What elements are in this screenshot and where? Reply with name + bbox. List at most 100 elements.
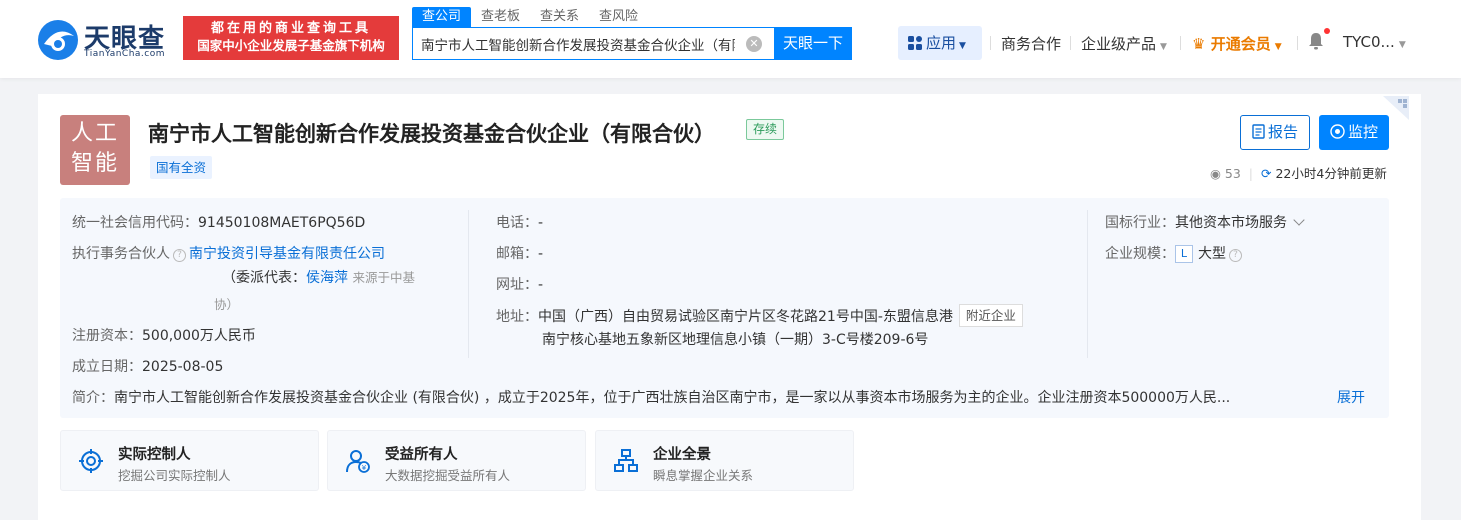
logo-subtext: TianYanCha.com	[84, 49, 166, 59]
bell-icon[interactable]	[1307, 31, 1325, 51]
delegate-prefix: （委派代表：	[222, 270, 306, 286]
date-row: 成立日期：2025-08-05	[72, 356, 223, 376]
website-row: 网址：-	[496, 274, 543, 294]
search-button[interactable]: 天眼一下	[774, 27, 852, 60]
intro-row: 简介：南宁市人工智能创新合作发展投资基金合伙企业 (有限合伙) ，成立于2025…	[72, 387, 1230, 407]
delegate-link[interactable]: 侯海萍	[306, 270, 348, 286]
refresh-icon[interactable]: ⟳	[1261, 166, 1271, 181]
delegate-source: 来源于中基	[352, 270, 415, 285]
company-avatar: 人工 智能	[60, 115, 130, 185]
report-label: 报告	[1267, 123, 1298, 141]
partner-link[interactable]: 南宁投资引导基金有限责任公司	[189, 246, 385, 262]
scale-value: 大型	[1198, 246, 1226, 262]
logo-eye-icon	[38, 20, 78, 60]
scale-row: 企业规模： L 大型?	[1105, 243, 1245, 263]
email-label: 邮箱：	[496, 246, 538, 262]
app-menu-button[interactable]: 应用 ▼	[898, 26, 982, 60]
expand-link[interactable]: 展开	[1337, 387, 1365, 407]
date-label: 成立日期：	[72, 359, 142, 375]
feature-panorama[interactable]: 企业全景 瞬息掌握企业关系	[595, 430, 854, 491]
industry-value: 其他资本市场服务	[1175, 215, 1287, 231]
monitor-label: 监控	[1347, 123, 1378, 141]
nav-divider	[1180, 36, 1181, 50]
top-header: 天眼查 TianYanCha.com 都在用的商业查询工具 国家中小企业发展子基…	[0, 0, 1461, 78]
slogan-line1: 都在用的商业查询工具	[210, 21, 371, 36]
help-icon[interactable]: ?	[173, 249, 186, 262]
credit-code-row: 统一社会信用代码：91450108MAET6PQ56D	[72, 212, 365, 232]
industry-label: 国标行业：	[1105, 215, 1175, 231]
industry-row: 国标行业：其他资本市场服务	[1105, 212, 1305, 232]
email-value: -	[538, 246, 544, 262]
feature-desc: 瞬息掌握企业关系	[653, 468, 754, 483]
target-icon	[79, 449, 103, 473]
nav-divider	[1297, 36, 1298, 50]
address-label: 地址：	[496, 309, 538, 325]
column-divider	[1087, 210, 1088, 358]
grid-icon	[908, 36, 922, 50]
app-menu-label: 应用	[926, 34, 957, 52]
intro-text: 南宁市人工智能创新合作发展投资基金合伙企业 (有限合伙) ，成立于2025年，位…	[114, 390, 1231, 406]
credit-code-value[interactable]: 91450108MAET6PQ56D	[198, 215, 365, 231]
nav-user[interactable]: TYC0... ▼	[1343, 33, 1406, 51]
clear-icon[interactable]: ✕	[746, 36, 762, 52]
org-chart-icon	[614, 449, 638, 472]
column-divider	[468, 210, 469, 358]
person-yen-icon: ¥	[346, 450, 370, 473]
feature-desc: 挖掘公司实际控制人	[118, 468, 231, 483]
slogan-line2: 国家中小企业发展子基金旗下机构	[197, 38, 385, 53]
status-badge: 存续	[746, 119, 785, 140]
website-value: -	[538, 277, 544, 293]
chevron-down-icon[interactable]	[1293, 214, 1305, 226]
company-card: 人工 智能 南宁市人工智能创新合作发展投资基金合伙企业（有限合伙） 存续 国有全…	[38, 94, 1421, 520]
address-row: 地址：中国（广西）自由贸易试验区南宁片区冬花路21号中国-东盟信息港 附近企业	[496, 304, 1023, 327]
caret-down-icon: ▼	[1160, 42, 1167, 52]
monitor-button[interactable]: 监控	[1319, 115, 1389, 150]
meta-row: ◉ 53 | ⟳ 22小时4分钟前更新	[1210, 163, 1387, 182]
help-icon[interactable]: ?	[1229, 249, 1242, 262]
caret-down-icon: ▼	[1274, 42, 1282, 52]
capital-value: 500,000万人民币	[142, 328, 256, 344]
document-icon	[1252, 124, 1265, 139]
capital-label: 注册资本：	[72, 328, 142, 344]
company-name: 南宁市人工智能创新合作发展投资基金合伙企业（有限合伙）	[148, 122, 715, 146]
tab-company[interactable]: 查公司	[412, 7, 472, 27]
phone-label: 电话：	[496, 215, 538, 231]
monitor-eye-icon	[1330, 124, 1345, 139]
svg-text:¥: ¥	[362, 464, 367, 472]
nav-enterprise[interactable]: 企业级产品 ▼	[1081, 33, 1167, 54]
notification-dot	[1324, 28, 1330, 34]
feature-beneficiary[interactable]: ¥ 受益所有人 大数据挖掘受益所有人	[327, 430, 586, 491]
intro-label: 简介：	[72, 390, 114, 406]
tab-boss[interactable]: 查老板	[471, 7, 530, 27]
nearby-button[interactable]: 附近企业	[958, 304, 1023, 327]
partner-row: 执行事务合伙人? 南宁投资引导基金有限责任公司	[72, 243, 385, 263]
tab-relation[interactable]: 查关系	[530, 7, 589, 27]
website-label: 网址：	[496, 277, 538, 293]
feature-title: 企业全景	[653, 447, 711, 463]
address-line1: 中国（广西）自由贸易试验区南宁片区冬花路21号中国-东盟信息港	[538, 309, 953, 325]
scale-badge: L	[1175, 245, 1193, 263]
update-time: 22小时4分钟前更新	[1275, 166, 1387, 181]
nav-vip[interactable]: ♛ 开通会员 ▼	[1192, 33, 1282, 54]
logo[interactable]: 天眼查 TianYanCha.com	[36, 16, 176, 62]
nav-business[interactable]: 商务合作	[1001, 33, 1061, 54]
search-box: ✕	[412, 27, 774, 60]
tab-risk[interactable]: 查风险	[589, 7, 648, 27]
email-row: 邮箱：-	[496, 243, 543, 263]
search-input[interactable]	[413, 28, 743, 59]
ownership-tag[interactable]: 国有全资	[150, 156, 213, 179]
view-count: 53	[1224, 166, 1241, 181]
search-tabs: 查公司 查老板 查关系 查风险	[412, 7, 648, 27]
report-button[interactable]: 报告	[1240, 115, 1310, 150]
capital-row: 注册资本：500,000万人民币	[72, 325, 256, 345]
avatar-line1: 人工	[70, 121, 119, 146]
delegate-source-cont: 协）	[214, 297, 240, 312]
date-value: 2025-08-05	[142, 359, 224, 375]
address-line2: 南宁核心基地五象新区地理信息小镇（一期）3-C号楼209-6号	[542, 332, 929, 348]
eye-icon: ◉	[1210, 166, 1221, 181]
user-name: TYC0...	[1343, 33, 1395, 51]
nav-vip-label: 开通会员	[1210, 35, 1271, 53]
nav-enterprise-label: 企业级产品	[1081, 35, 1157, 53]
feature-controller[interactable]: 实际控制人 挖掘公司实际控制人	[60, 430, 319, 491]
avatar-line2: 智能	[70, 151, 119, 176]
